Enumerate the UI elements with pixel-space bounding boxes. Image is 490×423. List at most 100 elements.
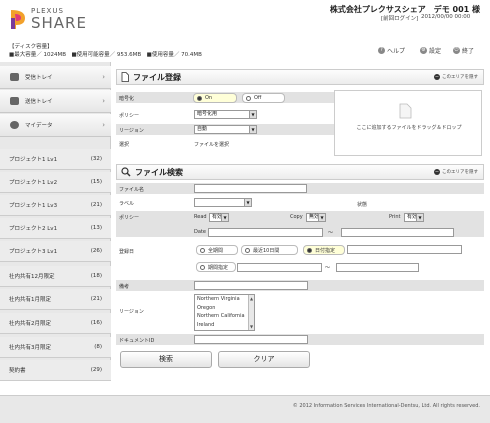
chevron-right-icon: › xyxy=(102,73,105,81)
print-label: Print xyxy=(389,214,401,220)
copy-select[interactable]: 無効 ▼ xyxy=(306,213,326,222)
regdate-date-input[interactable] xyxy=(347,245,462,254)
project-item[interactable]: プロジェクト1 Lv3 (21) xyxy=(0,195,111,216)
read-select[interactable]: 有効 ▼ xyxy=(209,213,229,222)
label-label: ラベル xyxy=(119,201,135,207)
policy-value: 暗号化用 xyxy=(197,111,218,117)
project-item[interactable]: プロジェクト1 Lv1 (32) xyxy=(0,149,111,170)
radio-dot-icon xyxy=(200,247,205,253)
project-count: (21) xyxy=(90,296,102,302)
project-item[interactable]: 社内共有2月限定 (16) xyxy=(0,313,111,334)
sidebar-item-inbox[interactable]: 受信トレイ › xyxy=(0,66,111,89)
policy-label: ポリシー xyxy=(119,113,140,119)
encrypt-on-radio[interactable]: On xyxy=(193,93,237,103)
sidebar-item-mydata[interactable]: マイデータ › xyxy=(0,114,111,137)
encrypt-off-radio[interactable]: Off xyxy=(242,93,285,103)
search-icon xyxy=(121,167,131,177)
help-label: ヘルプ xyxy=(387,48,406,55)
project-label: 社内共有3月限定 xyxy=(9,345,51,351)
project-count: (29) xyxy=(90,367,102,373)
radio-dot-icon xyxy=(197,95,202,101)
app-header: PLEXUS SHARE 株式会社プレクサスシェア デモ 001 様 [前回ログ… xyxy=(0,0,490,38)
minus-icon: − xyxy=(434,169,440,175)
project-count: (16) xyxy=(90,320,102,326)
project-item[interactable]: プロジェクト2 Lv1 (13) xyxy=(0,218,111,239)
print-select[interactable]: 有効 ▼ xyxy=(404,213,424,222)
hide-area-label: このエリアを隠す xyxy=(442,170,478,175)
policy-date-from-input[interactable] xyxy=(208,228,323,237)
scroll-up-icon[interactable]: ▲ xyxy=(250,296,253,301)
disk-capacity-info: ■最大容量／ 1024MB ■使用可能容量／ 953.6MB ■使用容量／ 70… xyxy=(9,52,202,58)
policy-date-to-input[interactable] xyxy=(341,228,454,237)
hide-search-area-button[interactable]: − このエリアを隠す xyxy=(434,169,478,175)
project-label: プロジェクト2 Lv1 xyxy=(9,226,58,232)
file-icon xyxy=(399,103,412,119)
settings-link[interactable]: ⚙ 設定 xyxy=(420,46,441,55)
filename-input[interactable] xyxy=(194,184,307,193)
select-file-button[interactable]: ファイルを選択 xyxy=(194,141,229,148)
radio-label: 全期間 xyxy=(208,247,224,254)
state-label: 状態 xyxy=(357,202,368,208)
region-option[interactable]: Ireland xyxy=(197,322,214,328)
radio-dot-icon xyxy=(246,95,251,101)
sidebar-item-label: 送信トレイ xyxy=(25,99,53,105)
search-region-label: リージョン xyxy=(119,309,144,315)
scrollbar[interactable]: ▲ ▼ xyxy=(248,295,254,330)
radio-label: 期間指定 xyxy=(208,264,229,271)
label-select[interactable]: ▼ xyxy=(194,198,252,207)
project-item[interactable]: 社内共有1月限定 (21) xyxy=(0,289,111,310)
minus-icon: − xyxy=(434,74,440,80)
chevron-right-icon: › xyxy=(102,121,105,129)
radio-label: 日付指定 xyxy=(315,247,336,254)
sidebar-item-outbox[interactable]: 送信トレイ › xyxy=(0,90,111,113)
drop-zone[interactable]: ここに追加するファイルをドラッグ＆ドロップ xyxy=(334,90,482,156)
region-label: リージョン xyxy=(119,128,144,134)
region-option[interactable]: Northern Virginia xyxy=(197,296,240,302)
regdate-date-radio[interactable]: 日付指定 xyxy=(303,245,345,255)
filename-label: ファイル名 xyxy=(119,187,145,193)
project-item[interactable]: 社内共有12月限定 (18) xyxy=(0,266,111,287)
date-label: Date xyxy=(194,229,206,235)
sidebar: 受信トレイ › 送信トレイ › マイデータ › プロジェクト1 Lv1 (32) … xyxy=(0,62,111,381)
project-item[interactable]: 社内共有3月限定 (8) xyxy=(0,337,111,358)
file-search-header: ファイル検索 − このエリアを隠す xyxy=(116,164,484,180)
scroll-down-icon[interactable]: ▼ xyxy=(250,324,253,329)
label-row: ラベル xyxy=(116,197,484,209)
help-icon: ? xyxy=(378,47,385,54)
regdate-recent-radio[interactable]: 最近10日間 xyxy=(241,245,298,255)
project-item[interactable]: プロジェクト3 Lv1 (26) xyxy=(0,241,111,262)
logout-link[interactable]: ⏻ 終了 xyxy=(453,46,474,55)
project-count: (15) xyxy=(90,179,102,185)
encrypt-label: 暗号化 xyxy=(119,96,135,102)
region-option[interactable]: Oregon xyxy=(197,305,215,311)
hide-register-area-button[interactable]: − このエリアを隠す xyxy=(434,74,478,80)
chevron-down-icon: ▼ xyxy=(416,214,423,221)
project-label: プロジェクト1 Lv1 xyxy=(9,157,58,163)
remarks-label: 備考 xyxy=(119,284,130,290)
project-label: プロジェクト1 Lv2 xyxy=(9,180,58,186)
remarks-input[interactable] xyxy=(194,281,308,290)
regdate-range-to-input[interactable] xyxy=(336,263,419,272)
regdate-all-radio[interactable]: 全期間 xyxy=(196,245,238,255)
inbox-icon xyxy=(10,73,19,81)
clear-button[interactable]: クリア xyxy=(218,351,310,368)
project-count: (8) xyxy=(94,344,102,350)
region-select[interactable]: 自動 ▼ xyxy=(194,125,257,134)
select-label: 選択 xyxy=(119,142,130,148)
region-listbox[interactable]: Northern Virginia Oregon Northern Califo… xyxy=(194,294,255,331)
radio-dot-icon xyxy=(307,247,312,253)
chevron-down-icon: ▼ xyxy=(249,111,256,118)
drop-zone-text: ここに追加するファイルをドラッグ＆ドロップ xyxy=(356,125,462,131)
regdate-range-radio[interactable]: 期間指定 xyxy=(196,262,236,272)
project-item[interactable]: 契約書 (29) xyxy=(0,360,111,381)
project-item[interactable]: プロジェクト1 Lv2 (15) xyxy=(0,172,111,193)
docid-input[interactable] xyxy=(194,335,308,344)
regdate-range-from-input[interactable] xyxy=(237,263,322,272)
help-link[interactable]: ? ヘルプ xyxy=(378,46,405,55)
settings-label: 設定 xyxy=(429,48,442,55)
search-button[interactable]: 検索 xyxy=(120,351,212,368)
last-login-time: 2012/00/00 00:00 xyxy=(421,14,471,20)
chevron-down-icon: ▼ xyxy=(221,214,228,221)
region-option[interactable]: Northern California xyxy=(197,313,245,319)
policy-select[interactable]: 暗号化用 ▼ xyxy=(194,110,257,119)
